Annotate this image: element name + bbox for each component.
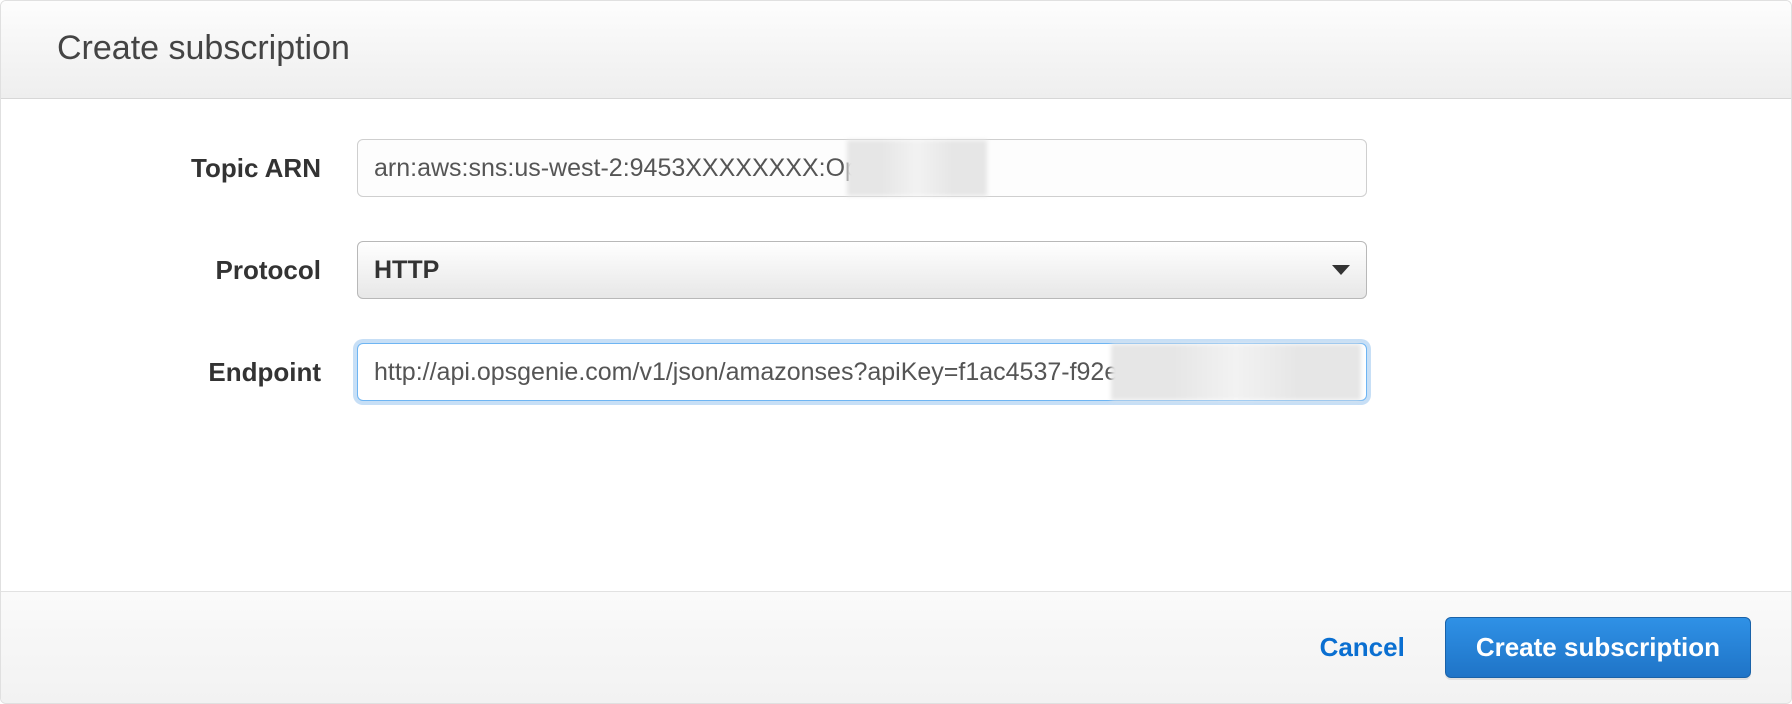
- protocol-select[interactable]: HTTP: [357, 241, 1367, 299]
- form-row-topic-arn: Topic ARN: [57, 139, 1735, 197]
- topic-arn-input-wrap: [357, 139, 1367, 197]
- form-row-endpoint: Endpoint: [57, 343, 1735, 401]
- form-row-protocol: Protocol HTTP: [57, 241, 1735, 299]
- protocol-selected-value: HTTP: [374, 256, 439, 285]
- topic-arn-label: Topic ARN: [57, 153, 357, 184]
- redacted-segment: [847, 140, 987, 196]
- chevron-down-icon: [1332, 265, 1350, 275]
- dialog-title: Create subscription: [57, 29, 1735, 68]
- cancel-button[interactable]: Cancel: [1320, 632, 1405, 663]
- endpoint-label: Endpoint: [57, 357, 357, 388]
- endpoint-input-wrap: [357, 343, 1367, 401]
- protocol-select-wrap: HTTP: [357, 241, 1367, 299]
- dialog-footer: Cancel Create subscription: [1, 591, 1791, 703]
- redacted-segment: [1111, 344, 1361, 400]
- dialog-body: Topic ARN Protocol HTTP Endpoint: [1, 99, 1791, 591]
- protocol-label: Protocol: [57, 255, 357, 286]
- dialog-header: Create subscription: [1, 1, 1791, 99]
- create-subscription-dialog: Create subscription Topic ARN Protocol H…: [0, 0, 1792, 704]
- create-subscription-button[interactable]: Create subscription: [1445, 617, 1751, 678]
